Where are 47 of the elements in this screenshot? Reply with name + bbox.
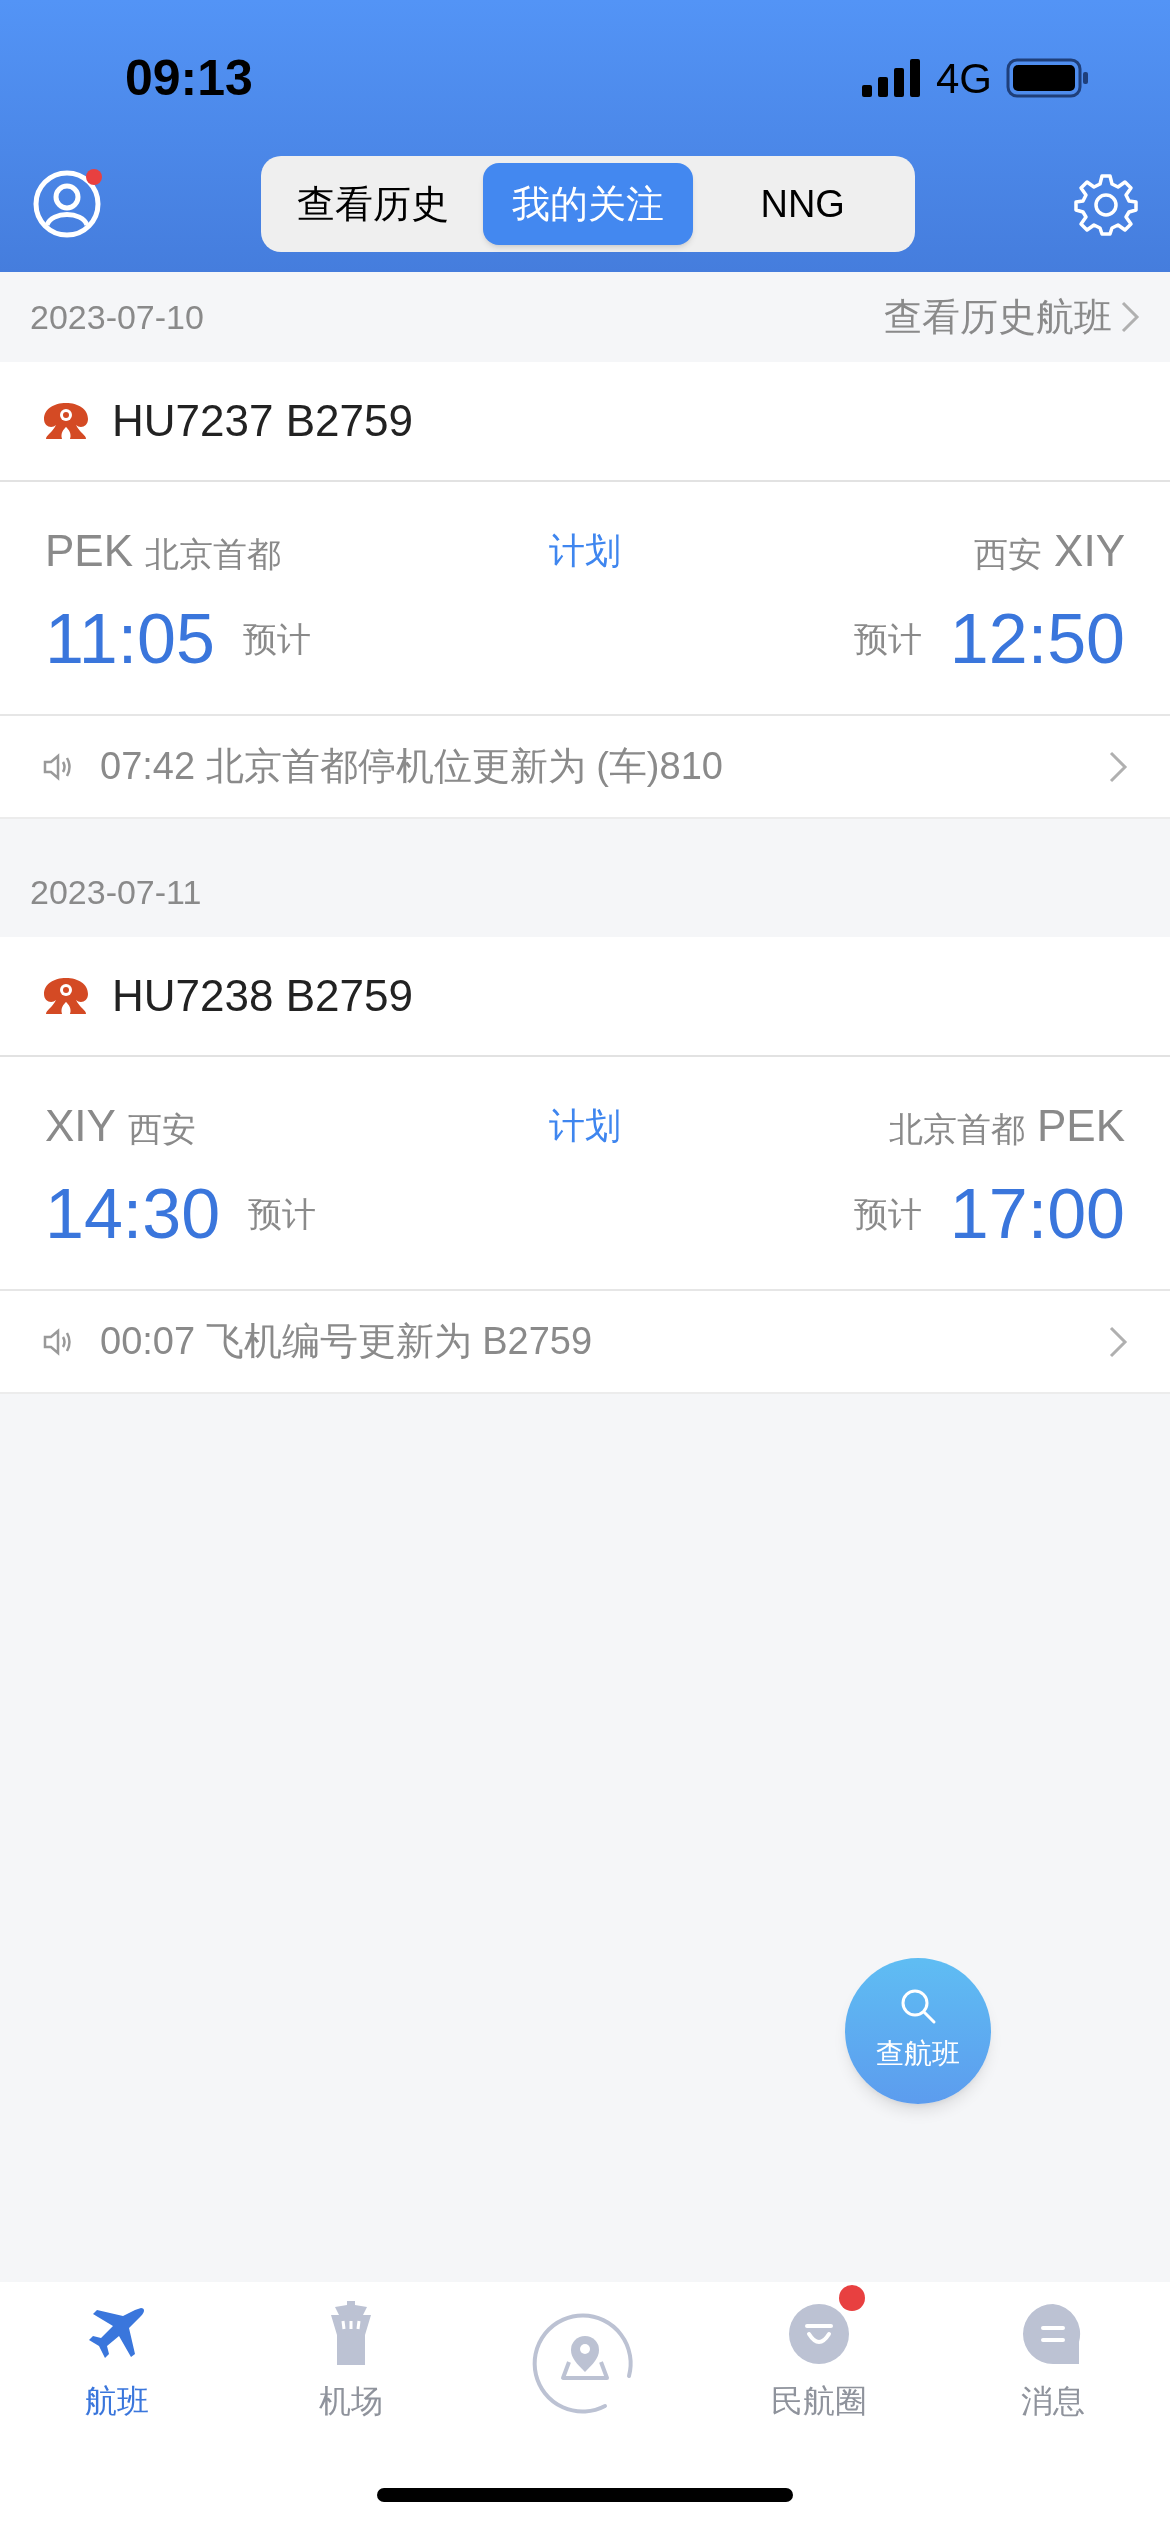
arrival-label: 预计	[853, 618, 922, 660]
tab-bar-item[interactable]: 航班	[85, 2377, 149, 2425]
tab-bar-item[interactable]: 消息	[1021, 2377, 1085, 2425]
destination-code: PEK	[1036, 1100, 1125, 1152]
network-type: 4G	[935, 53, 992, 104]
segment-tab[interactable]: 查看历史	[268, 163, 479, 245]
speaker-icon	[42, 751, 74, 782]
user-avatar-icon[interactable]	[32, 169, 102, 239]
destination-code: XIY	[1054, 525, 1125, 577]
origin-code: PEK	[45, 525, 134, 577]
departure-time: 14:30	[45, 1179, 221, 1249]
chevron-right-icon	[1108, 1324, 1128, 1359]
segment-tab[interactable]: NNG	[697, 163, 908, 245]
origin-name: 西安	[127, 1109, 196, 1150]
arrival-time: 12:50	[949, 604, 1125, 674]
flight-status: 计划	[549, 1104, 621, 1148]
segment-tab[interactable]: 我的关注	[482, 163, 694, 245]
departure-label: 预计	[243, 618, 311, 660]
departure-label: 预计	[248, 1193, 317, 1235]
departure-time: 11:05	[45, 604, 215, 674]
search-flights-button[interactable]: 查航班	[845, 1958, 991, 2104]
flight-number: HU7238 B2759	[112, 970, 413, 1022]
chevron-right-icon	[1108, 749, 1128, 784]
history-flights-link[interactable]: 查看历史航班	[884, 288, 1140, 346]
origin-code: XIY	[45, 1100, 116, 1152]
settings-icon[interactable]	[1074, 172, 1138, 236]
status-time: 09:13	[125, 48, 253, 108]
battery-icon	[1006, 58, 1090, 98]
origin-name: 北京首都	[145, 534, 282, 575]
tab-bar-item[interactable]: 机场	[319, 2377, 383, 2425]
signal-icon	[861, 59, 922, 97]
destination-name: 北京首都	[888, 1109, 1025, 1150]
destination-name: 西安	[974, 534, 1043, 575]
arrival-time: 17:00	[949, 1179, 1125, 1249]
notice-text: 00:07 飞机编号更新为 B2759	[100, 1319, 594, 1364]
flight-status: 计划	[549, 529, 621, 573]
flight-date: 2023-07-10	[30, 296, 204, 338]
arrival-label: 预计	[853, 1193, 922, 1235]
smiley-icon	[787, 2302, 851, 2366]
flight-date: 2023-07-11	[30, 871, 202, 913]
notice-row[interactable]: 00:07 飞机编号更新为 B2759	[0, 1291, 1170, 1394]
tab-bar-item[interactable]: 民航圈	[771, 2377, 867, 2425]
notice-row[interactable]: 07:42 北京首都停机位更新为 (车)810	[0, 716, 1170, 819]
chevron-right-icon	[1120, 300, 1140, 334]
notice-text: 07:42 北京首都停机位更新为 (车)810	[100, 744, 724, 789]
flight-number: HU7237 B2759	[112, 395, 413, 447]
speaker-icon	[42, 1326, 74, 1357]
